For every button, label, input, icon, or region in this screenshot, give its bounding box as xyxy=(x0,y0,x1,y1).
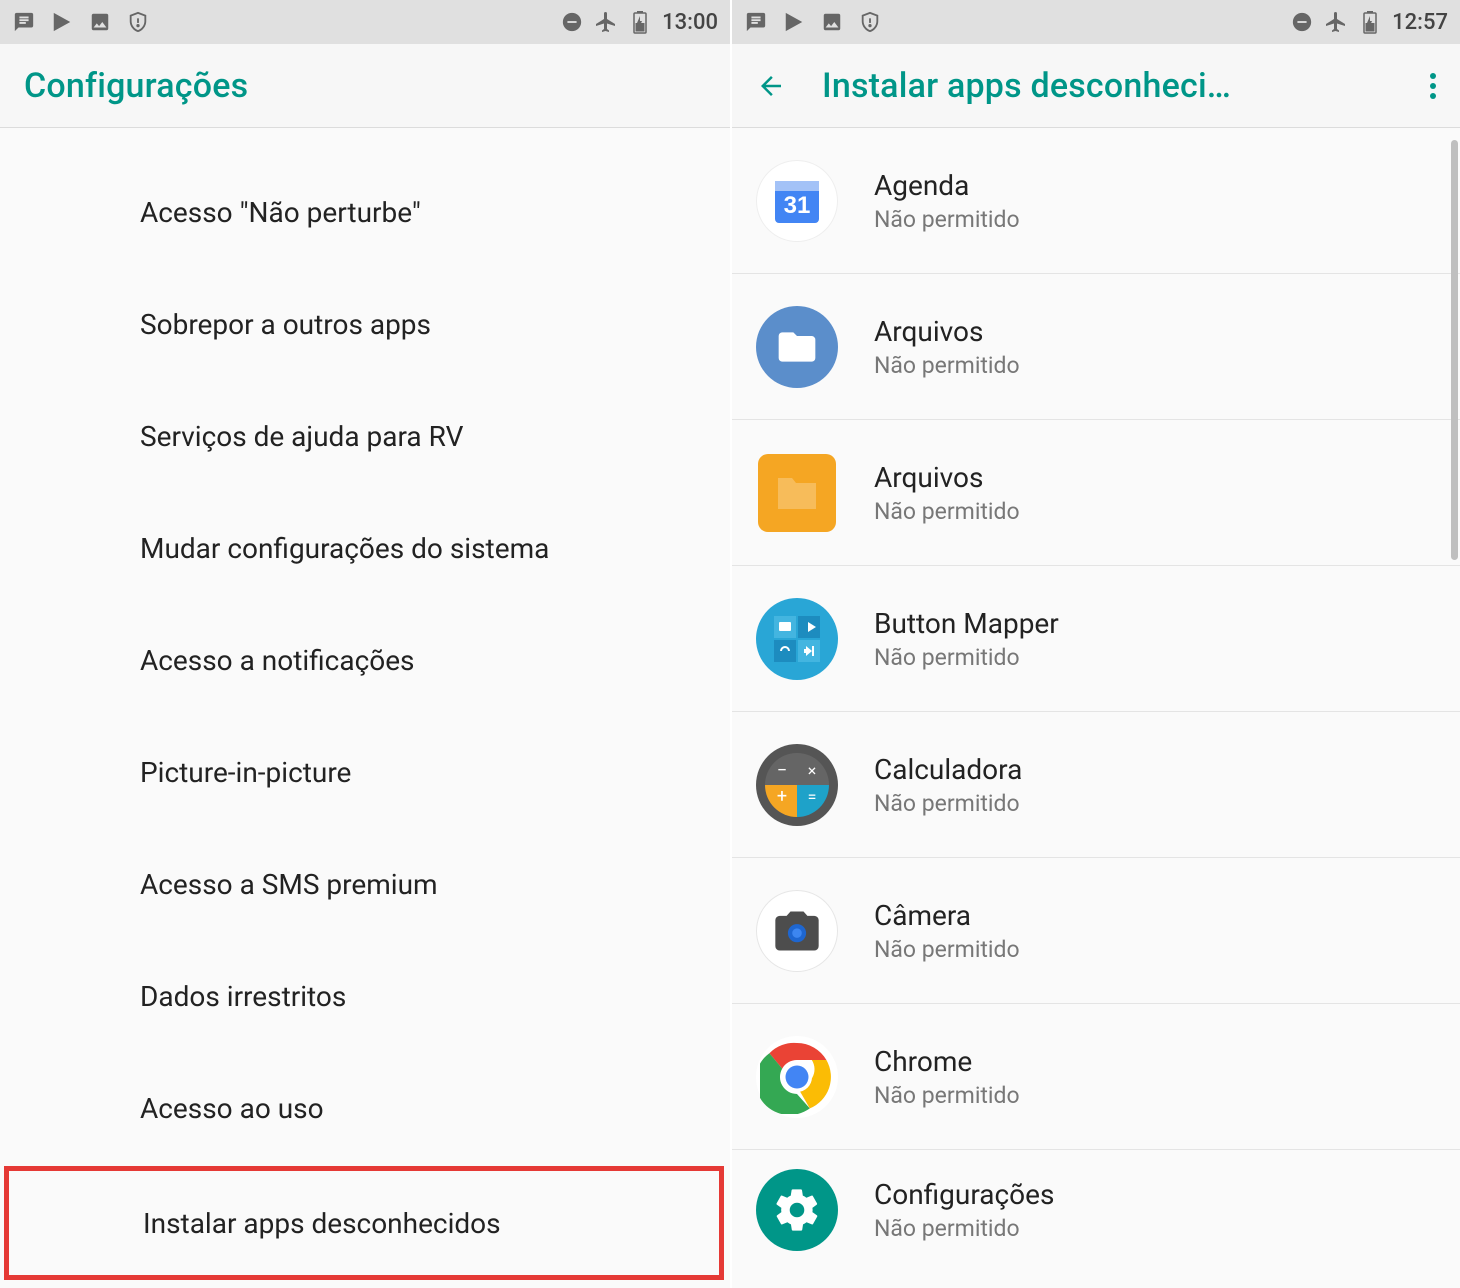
app-status: Não permitido xyxy=(874,206,1020,233)
svg-text:31: 31 xyxy=(784,192,811,219)
app-row-agenda[interactable]: 31 Agenda Não permitido xyxy=(732,128,1460,274)
app-name: Chrome xyxy=(874,1045,1020,1078)
dnd-icon xyxy=(1290,10,1314,34)
settings-item[interactable]: Acesso a notificações xyxy=(0,604,730,716)
app-bar: Configurações xyxy=(0,44,730,128)
app-row-arquivos-2[interactable]: Arquivos Não permitido xyxy=(732,420,1460,566)
settings-item[interactable]: Acesso a SMS premium xyxy=(0,828,730,940)
settings-item[interactable]: Serviços de ajuda para RV xyxy=(0,380,730,492)
settings-item[interactable]: Sobrepor a outros apps xyxy=(0,268,730,380)
app-status: Não permitido xyxy=(874,936,1020,963)
app-status: Não permitido xyxy=(874,498,1020,525)
back-button[interactable] xyxy=(756,71,786,101)
settings-list[interactable]: Apps de administrador de dispositivo Ace… xyxy=(0,128,730,1288)
app-row-button-mapper[interactable]: Button Mapper Não permitido xyxy=(732,566,1460,712)
battery-icon xyxy=(628,10,652,34)
notification-icon xyxy=(12,10,36,34)
settings-item-label: Dados irrestritos xyxy=(140,980,346,1013)
dnd-icon xyxy=(560,10,584,34)
svg-text:=: = xyxy=(808,787,817,806)
camera-icon xyxy=(756,890,838,972)
app-status: Não permitido xyxy=(874,352,1020,379)
page-title: Instalar apps desconheci… xyxy=(822,66,1414,106)
app-bar: Instalar apps desconheci… xyxy=(732,44,1460,128)
settings-item-label: Acesso a notificações xyxy=(140,644,415,677)
battery-icon xyxy=(1358,10,1382,34)
settings-item-label: Serviços de ajuda para RV xyxy=(140,420,463,453)
settings-item-label: Picture-in-picture xyxy=(140,756,351,789)
app-name: Agenda xyxy=(874,169,1020,202)
app-name: Arquivos xyxy=(874,461,1020,494)
calculator-icon: − × + = xyxy=(756,744,838,826)
settings-item[interactable]: Acesso "Não perturbe" xyxy=(0,156,730,268)
chrome-icon xyxy=(756,1036,838,1118)
calendar-icon: 31 xyxy=(756,160,838,242)
status-time: 12:57 xyxy=(1392,10,1448,35)
settings-item[interactable]: Picture-in-picture xyxy=(0,716,730,828)
shield-icon xyxy=(858,10,882,34)
screen-right: 12:57 Instalar apps desconheci… 31 Agend… xyxy=(730,0,1460,1288)
settings-item-install-unknown[interactable]: Instalar apps desconhecidos xyxy=(9,1171,719,1275)
app-status: Não permitido xyxy=(874,1082,1020,1109)
settings-item[interactable]: Mudar configurações do sistema xyxy=(0,492,730,604)
svg-text:×: × xyxy=(808,761,817,780)
app-name: Câmera xyxy=(874,899,1020,932)
airplane-icon xyxy=(594,10,618,34)
app-row-camera[interactable]: Câmera Não permitido xyxy=(732,858,1460,1004)
settings-item-label: Acesso ao uso xyxy=(140,1092,324,1125)
app-status: Não permitido xyxy=(874,790,1022,817)
button-mapper-icon xyxy=(756,598,838,680)
settings-item-label: Instalar apps desconhecidos xyxy=(143,1207,501,1240)
app-row-chrome[interactable]: Chrome Não permitido xyxy=(732,1004,1460,1150)
shield-icon xyxy=(126,10,150,34)
app-status: Não permitido xyxy=(874,644,1059,671)
app-name: Configurações xyxy=(874,1178,1054,1211)
app-row-configuracoes[interactable]: Configurações Não permitido xyxy=(732,1150,1460,1270)
scrollbar[interactable] xyxy=(1451,140,1458,560)
highlight-box: Instalar apps desconhecidos xyxy=(4,1166,724,1280)
app-row-arquivos[interactable]: Arquivos Não permitido xyxy=(732,274,1460,420)
settings-item-label: Sobrepor a outros apps xyxy=(140,308,431,341)
settings-item[interactable]: Apps de administrador de dispositivo xyxy=(0,128,730,156)
settings-item[interactable]: Acesso ao uso xyxy=(0,1052,730,1164)
settings-item-label: Acesso a SMS premium xyxy=(140,868,438,901)
app-name: Calculadora xyxy=(874,753,1022,786)
play-store-icon xyxy=(50,10,74,34)
settings-item-label: Mudar configurações do sistema xyxy=(140,532,549,565)
airplane-icon xyxy=(1324,10,1348,34)
files-icon xyxy=(756,452,838,534)
status-bar: 13:00 xyxy=(0,0,730,44)
app-name: Button Mapper xyxy=(874,607,1059,640)
more-button[interactable] xyxy=(1430,73,1436,99)
settings-item[interactable]: Dados irrestritos xyxy=(0,940,730,1052)
folder-icon xyxy=(756,306,838,388)
settings-item-label: Acesso "Não perturbe" xyxy=(140,196,421,229)
notification-icon xyxy=(744,10,768,34)
svg-text:−: − xyxy=(777,760,787,781)
screen-left: 13:00 Configurações Apps de administrado… xyxy=(0,0,730,1288)
svg-text:+: + xyxy=(777,786,787,807)
gallery-icon xyxy=(88,10,112,34)
app-name: Arquivos xyxy=(874,315,1020,348)
play-store-icon xyxy=(782,10,806,34)
status-time: 13:00 xyxy=(662,10,718,35)
app-status: Não permitido xyxy=(874,1215,1054,1242)
app-row-calculadora[interactable]: − × + = Calculadora Não permitido xyxy=(732,712,1460,858)
page-title: Configurações xyxy=(24,66,706,106)
apps-list[interactable]: 31 Agenda Não permitido Arquivos Não per… xyxy=(732,128,1460,1288)
gallery-icon xyxy=(820,10,844,34)
status-bar: 12:57 xyxy=(732,0,1460,44)
gear-icon xyxy=(756,1169,838,1251)
